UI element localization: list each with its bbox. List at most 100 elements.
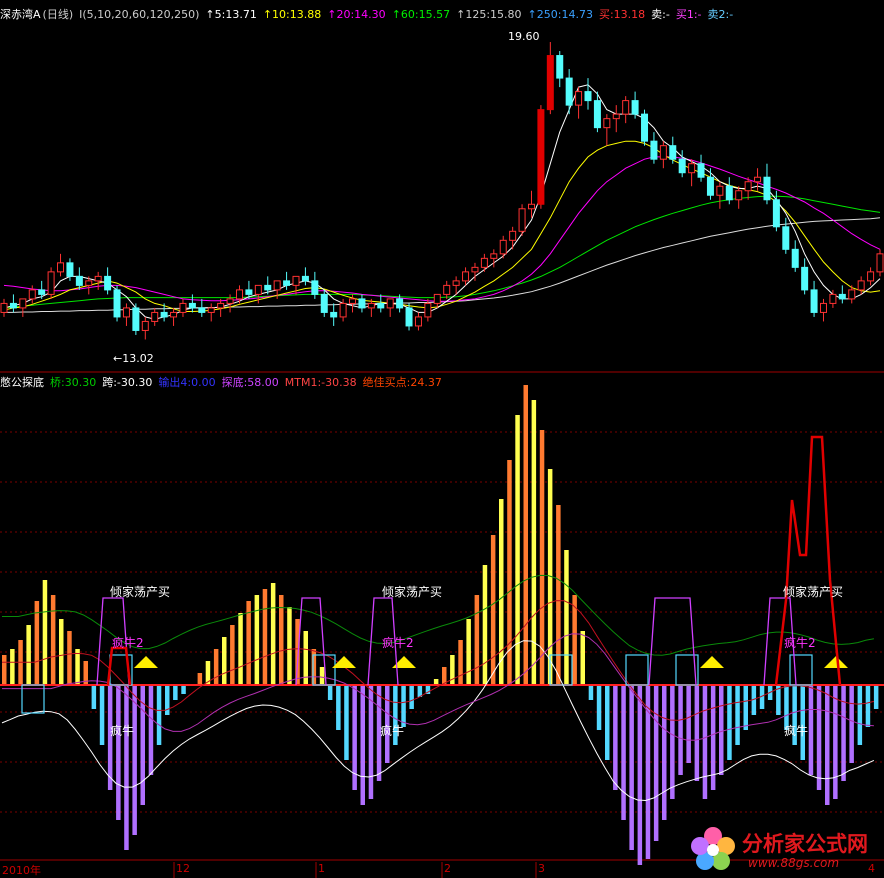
candle-body-63	[593, 100, 601, 129]
candle-body-62	[584, 91, 592, 102]
indicator-bar-11	[91, 685, 97, 709]
candle-body-79	[744, 181, 752, 192]
candle-body-69	[650, 140, 658, 160]
indicator-bar-69	[564, 550, 569, 685]
indicator-name[interactable]: 憋公探底	[0, 376, 44, 389]
indicator-bar-50	[409, 685, 414, 709]
candle-body-52	[490, 253, 498, 259]
candle-body-43	[405, 307, 413, 327]
indicator-bar-36	[295, 619, 300, 685]
candle-body-30	[283, 280, 291, 286]
indicator-bar-89	[727, 685, 732, 760]
indicator-bar-76	[621, 685, 626, 820]
indicator-bar-24	[197, 673, 203, 685]
indicator-panel	[0, 385, 884, 865]
indicator-bar-42	[344, 685, 349, 760]
candle-body-80	[754, 176, 762, 183]
candle-body-48	[452, 280, 460, 286]
indicator-bar-29	[238, 613, 243, 685]
period-label[interactable]: (日线)	[43, 8, 74, 21]
candle-body-82	[772, 199, 780, 228]
x-tick-1: 12	[176, 862, 190, 875]
candle-body-86	[810, 289, 818, 313]
indicator-bar-80	[653, 685, 659, 841]
indicator-bar-57	[466, 619, 471, 685]
ma60-value: ↑60:15.57	[391, 8, 451, 21]
candle-body-2	[19, 298, 27, 309]
flower-logo-icon	[691, 827, 735, 870]
signal-box-0	[21, 684, 45, 714]
candle-body-68	[641, 113, 649, 142]
candle-body-35	[330, 311, 338, 318]
indicator-bar-49	[401, 685, 406, 727]
indicator-bar-56	[458, 640, 463, 685]
candle-body-10	[94, 275, 102, 282]
candle-body-81	[763, 176, 771, 201]
candle-body-9	[85, 280, 93, 286]
candle-body-1	[9, 302, 17, 309]
candle-body-19	[179, 302, 187, 313]
signal-qingjia-1: 倾家荡产买	[110, 585, 171, 599]
x-tick-2: 1	[318, 862, 325, 875]
indicator-bar-39	[319, 667, 325, 685]
candle-body-40	[377, 302, 385, 309]
candle-body-70	[659, 145, 667, 160]
candle-body-59	[556, 55, 564, 79]
ma20-value: ↑20:14.30	[327, 8, 386, 21]
candle-body-71	[669, 145, 677, 160]
indicator-bar-82	[670, 685, 675, 799]
chart-canvas	[0, 42, 884, 878]
ma10-value: ↑10:13.88	[262, 8, 322, 21]
candle-body-83	[782, 226, 790, 250]
best-buy-value: 绝佳买点:24.37	[362, 376, 442, 389]
ma5-value: ↑5:13.71	[205, 8, 257, 21]
indicator-bar-88	[719, 685, 724, 775]
indicator-bar-4	[34, 601, 40, 685]
indicator-bar-9	[75, 649, 80, 685]
candle-body-53	[499, 239, 507, 255]
indicator-bar-14	[116, 685, 121, 820]
stock-name[interactable]: 深赤湾A	[0, 8, 41, 21]
candle-body-55	[518, 208, 526, 232]
candle-body-91	[857, 280, 865, 291]
indicator-bar-102	[833, 685, 838, 799]
indicator-bar-15	[124, 685, 129, 850]
indicator-bar-59	[482, 565, 488, 685]
candle-body-28	[264, 284, 272, 291]
indicator-bar-84	[686, 685, 691, 763]
indicator-bar-28	[230, 625, 235, 685]
indicator-bar-75	[613, 685, 618, 790]
indicator-bar-81	[662, 685, 667, 820]
indicator-bar-86	[702, 685, 708, 799]
candle-body-47	[443, 284, 451, 295]
candle-body-7	[66, 262, 74, 277]
indicator-bar-103	[841, 685, 846, 781]
buy-triangle-4	[824, 656, 848, 668]
ma125-value: ↑125:15.80	[456, 8, 522, 21]
indicator-bar-1	[10, 649, 15, 685]
sell-value: 卖:-	[651, 8, 670, 21]
ma250-value: ↑250:14.73	[527, 8, 593, 21]
candle-body-44	[414, 316, 422, 327]
indicator-bar-100	[816, 685, 822, 790]
x-tick-0: 2010年	[2, 864, 41, 877]
signal-fengniu2-2: 疯牛2	[382, 636, 414, 650]
candle-body-50	[471, 266, 479, 273]
indicator-bar-7	[59, 619, 64, 685]
candle-body-8	[75, 275, 83, 286]
signal-fengniu-1: 疯牛	[110, 724, 135, 738]
candle-body-90	[848, 289, 856, 300]
signal-fengniu2-1: 疯牛2	[112, 636, 144, 650]
jump-value: 跨:-30.30	[102, 376, 153, 389]
candle-body-20	[188, 302, 196, 309]
indicator-bar-18	[148, 685, 154, 775]
indicator-bar-30	[246, 601, 251, 685]
buy1-value: 买1:-	[675, 8, 702, 21]
indicator-bar-58	[474, 595, 480, 685]
indicator-bar-19	[156, 685, 162, 745]
candle-body-21	[198, 307, 206, 313]
candle-body-87	[819, 302, 827, 313]
signal-box-4	[625, 654, 649, 686]
candle-body-57	[537, 109, 545, 205]
candle-body-72	[678, 158, 686, 174]
